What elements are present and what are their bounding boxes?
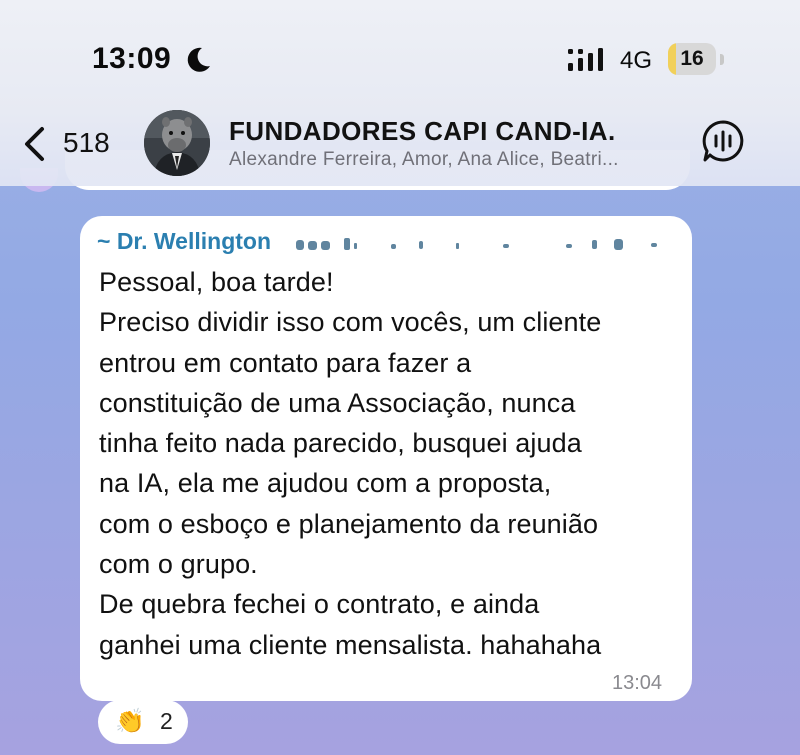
battery-cap [720,54,724,65]
message-sender[interactable]: ~ Dr. Wellington [97,228,271,254]
status-bar: 13:09 4G 16 [0,0,800,100]
message-line: De quebra fechei o contrato, e ainda [99,589,540,620]
message-line: Preciso dividir isso com vocês, um clien… [99,307,602,338]
status-time: 13:09 [92,42,172,75]
message-line: na IA, ela me ajudou com a proposta, [99,468,552,499]
battery-percent: 16 [680,47,704,70]
chevron-left-icon[interactable] [20,124,48,164]
message-line: constituição de uma Associação, nunca [99,387,576,418]
group-members[interactable]: Alexandre Ferreira, Amor, Ana Alice, Bea… [229,149,689,171]
battery-indicator: 16 [668,43,716,75]
top-bar: 13:09 4G 16 518 FUNDADORES CAPI CAND-IA.… [0,0,800,186]
network-type: 4G [620,47,653,74]
message-timestamp: 13:04 [612,672,663,694]
group-title[interactable]: FUNDADORES CAPI CAND-IA. [229,116,616,147]
message-line: tinha feito nada parecido, busquei ajuda [99,428,582,459]
message-line: Pessoal, boa tarde! [99,267,334,297]
redacted-sender-details [296,238,657,250]
message-line: com o esboço e planejamento da reunião [99,508,599,539]
message-line: entrou em contato para fazer a [99,347,472,378]
voice-chat-icon[interactable] [700,118,746,164]
back-unread-count[interactable]: 518 [63,127,110,159]
capybara-avatar-image [144,110,210,176]
group-avatar[interactable] [144,110,210,176]
message-line: com o grupo. [99,549,258,580]
clapping-hands-icon[interactable]: 👏 [115,707,145,736]
signal-bars-icon [568,48,603,71]
moon-icon [187,47,210,72]
reaction-count[interactable]: 2 [160,708,173,735]
message-text: Pessoal, boa tarde! Preciso dividir isso… [99,262,684,665]
message-line: ganhei uma cliente mensalista. hahahaha [99,629,602,660]
